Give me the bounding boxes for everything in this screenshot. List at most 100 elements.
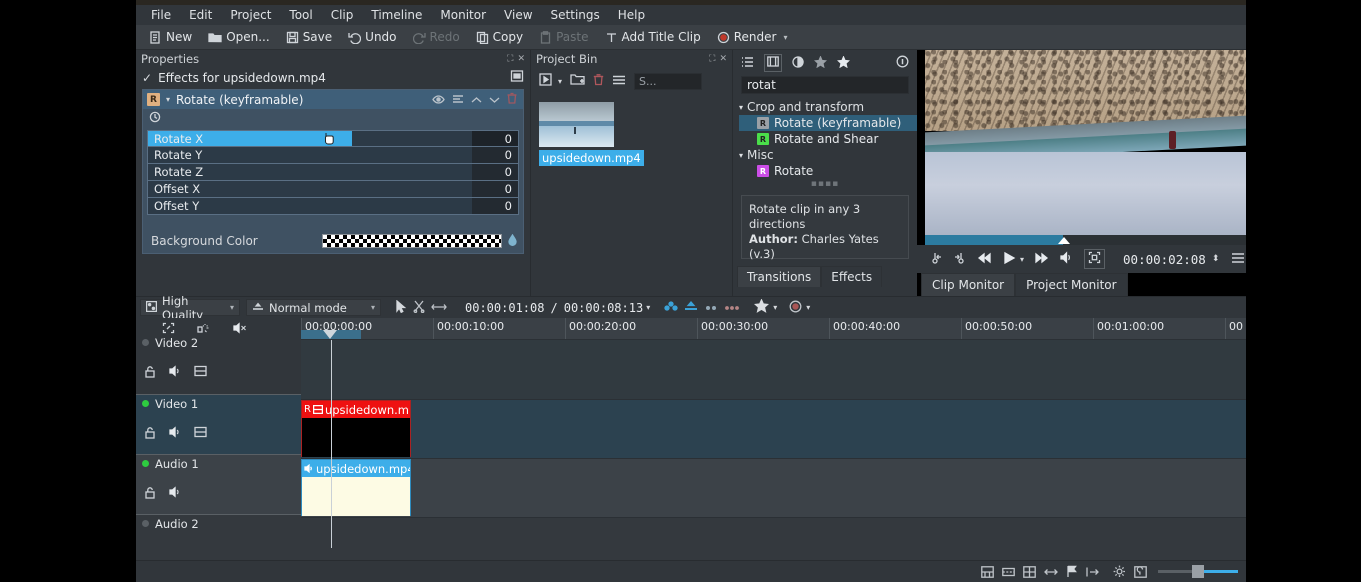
effect-row-rotate-keyframable[interactable]: R ▾ Rotate (keyframable) bbox=[143, 90, 523, 109]
tab-transitions[interactable]: Transitions bbox=[737, 266, 822, 287]
track-active-led[interactable] bbox=[142, 400, 149, 407]
undock-icon[interactable]: ⛶ bbox=[709, 54, 715, 64]
param-value[interactable]: 0 bbox=[472, 198, 518, 214]
add-folder-icon[interactable] bbox=[570, 73, 585, 89]
close-panel-icon[interactable]: ✕ bbox=[719, 54, 727, 64]
track-header-video-2[interactable]: Video 2 bbox=[136, 334, 301, 394]
undock-icon[interactable]: ⛶ bbox=[507, 54, 513, 64]
track-active-led[interactable] bbox=[142, 460, 149, 467]
background-color-swatch[interactable] bbox=[322, 234, 502, 248]
new-button[interactable]: New bbox=[142, 28, 199, 46]
menu-monitor[interactable]: Monitor bbox=[431, 6, 495, 24]
mute-icon[interactable] bbox=[168, 426, 182, 442]
timeline-tracks-body[interactable]: 00:00:00:00 00:00:10:00 00:00:20:00 00:0… bbox=[301, 318, 1246, 570]
mute-icon[interactable] bbox=[168, 365, 182, 381]
timeline-ruler[interactable]: 00:00:00:00 00:00:10:00 00:00:20:00 00:0… bbox=[301, 318, 1246, 340]
timeline-clip-video[interactable]: R upsidedown.mp4 bbox=[301, 400, 411, 457]
monitor-scrubbar[interactable] bbox=[925, 235, 1246, 245]
hide-icon[interactable] bbox=[194, 365, 207, 381]
lock-icon[interactable] bbox=[144, 365, 156, 381]
param-row-rotate-x[interactable]: Rotate X 0 bbox=[147, 130, 519, 147]
fit-zone-icon[interactable] bbox=[1084, 249, 1106, 269]
color-picker-icon[interactable] bbox=[508, 233, 517, 249]
menu-timeline[interactable]: Timeline bbox=[362, 6, 431, 24]
keyframe-clock-icon[interactable] bbox=[149, 111, 161, 126]
track-header-video-1[interactable]: Video 1 bbox=[136, 395, 301, 454]
timeline-track-audio-2[interactable] bbox=[301, 518, 1246, 566]
menu-edit[interactable]: Edit bbox=[180, 6, 221, 24]
tab-effects[interactable]: Effects bbox=[821, 266, 883, 287]
quality-selector[interactable]: High Quality ▾ bbox=[140, 294, 240, 322]
play-menu-caret-icon[interactable]: ▾ bbox=[1020, 255, 1024, 264]
menu-clip[interactable]: Clip bbox=[322, 6, 363, 24]
timeline-clip-audio[interactable]: upsidedown.mp4 bbox=[301, 459, 411, 516]
monitor-timecode[interactable]: 00:00:02:08 bbox=[1123, 252, 1206, 267]
effect-collapse-caret-icon[interactable]: ▾ bbox=[166, 95, 170, 104]
bin-clip-item[interactable]: upsidedown.mp4 bbox=[539, 102, 732, 166]
param-value[interactable]: 0 bbox=[472, 147, 518, 163]
mute-icon[interactable] bbox=[168, 486, 182, 502]
razor-tool-icon[interactable] bbox=[413, 300, 425, 316]
forward-icon[interactable] bbox=[1034, 252, 1049, 267]
three-dots-icon[interactable] bbox=[724, 301, 740, 315]
param-value[interactable]: 0 bbox=[472, 131, 518, 146]
add-clip-caret-icon[interactable]: ▾ bbox=[558, 77, 562, 86]
play-icon[interactable] bbox=[1002, 251, 1016, 268]
select-tool-icon[interactable] bbox=[395, 299, 407, 316]
timeline-zoom-slider[interactable] bbox=[1158, 565, 1238, 578]
enable-effects-checkbox[interactable]: ✓ bbox=[142, 71, 152, 85]
properties-options-icon[interactable] bbox=[510, 69, 524, 86]
timeline-position-timecode[interactable]: 00:00:01:08 bbox=[465, 301, 544, 315]
effects-search-input[interactable]: rotat bbox=[741, 76, 909, 94]
track-header-audio-2[interactable]: Audio 2 bbox=[136, 515, 301, 563]
snap-toggle-icon[interactable] bbox=[1133, 565, 1148, 579]
edit-mode-selector[interactable]: Normal mode ▾ bbox=[246, 299, 381, 316]
copy-button[interactable]: Copy bbox=[469, 28, 530, 46]
spacer-tool-icon[interactable] bbox=[431, 301, 447, 315]
hide-icon[interactable] bbox=[194, 426, 207, 442]
record-icon[interactable] bbox=[789, 300, 802, 316]
timeline-track-video-1[interactable]: R upsidedown.mp4 bbox=[301, 400, 1246, 459]
close-panel-icon[interactable]: ✕ bbox=[517, 54, 525, 64]
duration-caret-icon[interactable]: ▾ bbox=[646, 303, 650, 312]
menu-project[interactable]: Project bbox=[221, 6, 280, 24]
video-effects-icon[interactable] bbox=[764, 54, 782, 72]
open-button[interactable]: Open... bbox=[201, 28, 277, 46]
custom-effects-icon[interactable] bbox=[814, 54, 827, 71]
mix-icon[interactable] bbox=[664, 300, 678, 315]
effects-group-crop-and-transform[interactable]: ▾ Crop and transform bbox=[739, 99, 917, 115]
menu-tool[interactable]: Tool bbox=[280, 6, 321, 24]
chevron-up-icon[interactable] bbox=[471, 93, 482, 107]
menu-help[interactable]: Help bbox=[609, 6, 654, 24]
param-row-rotate-z[interactable]: Rotate Z 0 bbox=[147, 164, 519, 181]
effect-item-rotate-keyframable[interactable]: R Rotate (keyframable) bbox=[739, 115, 917, 131]
volume-icon[interactable] bbox=[1059, 251, 1074, 267]
monitor-playhead-icon[interactable] bbox=[1058, 237, 1071, 244]
favorites-star-icon[interactable] bbox=[837, 54, 850, 71]
timeline-track-video-2[interactable] bbox=[301, 340, 1246, 400]
rewind-icon[interactable] bbox=[977, 252, 992, 267]
favorite-caret-icon[interactable]: ▾ bbox=[773, 303, 777, 312]
param-value[interactable]: 0 bbox=[472, 164, 518, 180]
set-zone-out-icon[interactable] bbox=[953, 251, 967, 268]
save-timeline-icon[interactable] bbox=[980, 565, 995, 579]
track-header-audio-1[interactable]: Audio 1 bbox=[136, 455, 301, 514]
lock-icon[interactable] bbox=[144, 426, 156, 442]
insert-icon[interactable] bbox=[1022, 565, 1037, 579]
settings-gear-icon[interactable] bbox=[1112, 565, 1127, 579]
render-caret-icon[interactable]: ▾ bbox=[783, 33, 787, 42]
track-active-led[interactable] bbox=[142, 520, 149, 527]
timecode-stepper-icon[interactable]: ⬍ bbox=[1212, 254, 1220, 264]
param-row-offset-x[interactable]: Offset X 0 bbox=[147, 181, 519, 198]
goto-icon[interactable] bbox=[1085, 565, 1100, 579]
param-row-rotate-y[interactable]: Rotate Y 0 bbox=[147, 147, 519, 164]
save-button[interactable]: Save bbox=[279, 28, 339, 46]
hamburger-menu-icon[interactable] bbox=[1231, 252, 1245, 267]
timeline-playhead-icon[interactable] bbox=[323, 330, 337, 339]
menu-view[interactable]: View bbox=[495, 6, 541, 24]
redo-button[interactable]: Redo bbox=[406, 28, 467, 46]
render-button[interactable]: Render ▾ bbox=[710, 28, 795, 46]
timeline-track-audio-1[interactable]: upsidedown.mp4 bbox=[301, 459, 1246, 518]
monitor-video-view[interactable] bbox=[925, 50, 1246, 235]
paste-button[interactable]: Paste bbox=[532, 28, 595, 46]
